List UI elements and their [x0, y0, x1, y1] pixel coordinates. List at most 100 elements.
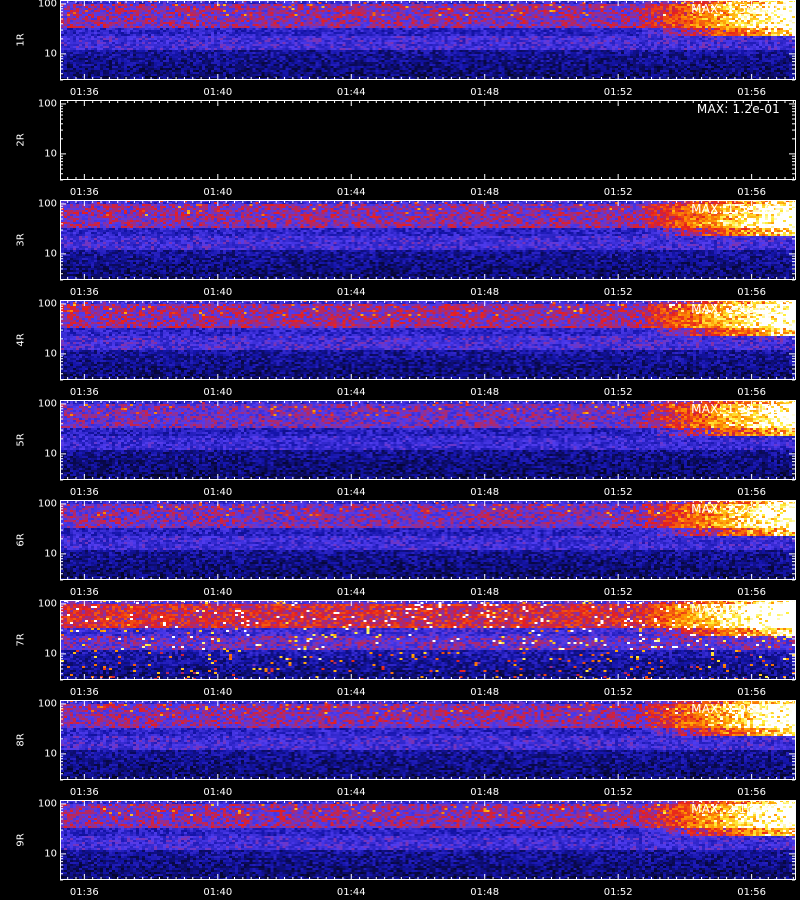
x-tick-label: 01:40 [203, 387, 233, 398]
axis-ticks [60, 200, 795, 281]
panel-label: 6R [15, 533, 27, 547]
panel-5r: 100 10 01:36 01:40 01:44 01:48 01:52 01:56 5R MAX… [0, 398, 800, 500]
panel-4r: 100 10 01:36 01:40 01:44 01:48 01:52 01:56 4R MAX… [0, 298, 800, 400]
x-tick-label: 01:44 [336, 787, 366, 798]
max-value-label: MAX: 2.4e+01 [691, 302, 780, 316]
panel-label: 4R [15, 333, 27, 347]
y-tick-label: 10 [44, 548, 57, 560]
x-tick-label: 01:40 [203, 887, 233, 898]
x-tick-label: 01:56 [737, 587, 767, 598]
x-tick-label: 01:56 [737, 687, 767, 698]
axis-ticks [60, 400, 795, 481]
x-tick-label: 01:44 [336, 87, 366, 98]
panel-1r: 100 10 01:36 01:40 01:44 01:48 01:52 01:56 1R MAX… [0, 0, 800, 100]
x-tick-label: 01:36 [69, 187, 99, 198]
y-tick-label: 100 [37, 298, 57, 310]
y-tick-label: 10 [44, 448, 57, 460]
x-tick-label: 01:48 [470, 787, 500, 798]
x-tick-label: 01:52 [603, 587, 633, 598]
y-tick-label: 10 [44, 248, 57, 260]
x-tick-label: 01:48 [470, 687, 500, 698]
x-tick-label: 01:56 [737, 87, 767, 98]
y-tick-label: 100 [37, 798, 57, 810]
x-tick-label: 01:48 [470, 287, 500, 298]
x-tick-label: 01:56 [737, 887, 767, 898]
x-tick-label: 01:48 [470, 387, 500, 398]
panel-label: 5R [15, 433, 27, 447]
max-value-label: MAX: 1.9e+01 [691, 702, 780, 716]
x-tick-label: 01:44 [336, 387, 366, 398]
x-tick-label: 01:44 [336, 287, 366, 298]
panel-label: 8R [15, 733, 27, 747]
x-tick-label: 01:56 [737, 187, 767, 198]
panel-label: 9R [15, 833, 27, 847]
axis-ticks [60, 300, 795, 381]
axis-ticks [60, 800, 795, 881]
x-tick-label: 01:36 [69, 487, 99, 498]
x-tick-label: 01:52 [603, 487, 633, 498]
x-tick-label: 01:40 [203, 287, 233, 298]
x-tick-label: 01:36 [69, 387, 99, 398]
x-tick-label: 01:48 [470, 887, 500, 898]
panel-label: 2R [15, 133, 27, 147]
max-value-label: MAX: 1.2e-01 [696, 102, 780, 116]
x-tick-label: 01:52 [603, 887, 633, 898]
x-tick-label: 01:40 [203, 587, 233, 598]
y-tick-label: 100 [37, 0, 57, 10]
x-tick-label: 01:36 [69, 87, 99, 98]
y-tick-label: 100 [37, 698, 57, 710]
y-tick-label: 100 [37, 398, 57, 410]
x-tick-label: 01:52 [603, 87, 633, 98]
x-tick-label: 01:52 [603, 787, 633, 798]
y-tick-label: 10 [44, 748, 57, 760]
x-tick-label: 01:36 [69, 587, 99, 598]
axis-ticks [60, 500, 795, 581]
axis-ticks [60, 0, 795, 81]
panel-3r: 100 10 01:36 01:40 01:44 01:48 01:52 01:56 3R MAX… [0, 198, 800, 300]
x-tick-label: 01:56 [737, 787, 767, 798]
x-tick-label: 01:52 [603, 687, 633, 698]
y-tick-label: 100 [37, 98, 57, 110]
y-tick-label: 10 [44, 48, 57, 60]
y-tick-label: 100 [37, 198, 57, 210]
panel-7r: 100 10 01:36 01:40 01:44 01:48 01:52 01:56 7R MAX… [0, 598, 800, 700]
x-tick-label: 01:40 [203, 187, 233, 198]
x-tick-label: 01:44 [336, 187, 366, 198]
axis-ticks [60, 700, 795, 781]
y-tick-label: 10 [44, 348, 57, 360]
panel-label: 3R [15, 233, 27, 247]
x-tick-label: 01:56 [737, 287, 767, 298]
max-value-label: MAX: 1.5e+01 [691, 2, 780, 16]
x-tick-label: 01:52 [603, 387, 633, 398]
x-tick-label: 01:36 [69, 887, 99, 898]
x-tick-label: 01:40 [203, 787, 233, 798]
x-tick-label: 01:52 [603, 187, 633, 198]
axis-ticks [60, 600, 795, 681]
max-value-label: MAX: 2.3e+00 [691, 602, 780, 616]
panel-6r: 100 10 01:36 01:40 01:44 01:48 01:52 01:56 6R MAX… [0, 498, 800, 600]
max-value-label: MAX: 2.1e+01 [691, 802, 780, 816]
x-tick-label: 01:36 [69, 687, 99, 698]
x-tick-label: 01:44 [336, 887, 366, 898]
panel-label: 7R [15, 633, 27, 647]
panel-9r: 100 10 01:36 01:40 01:44 01:48 01:52 01:56 9R MAX… [0, 798, 800, 900]
axis-ticks [60, 100, 795, 181]
x-tick-label: 01:40 [203, 487, 233, 498]
x-tick-label: 01:36 [69, 287, 99, 298]
x-tick-label: 01:44 [336, 687, 366, 698]
max-value-label: MAX: 2.2e+01 [691, 502, 780, 516]
max-value-label: MAX: 1.5e+01 [691, 202, 780, 216]
x-tick-label: 01:44 [336, 487, 366, 498]
y-tick-label: 10 [44, 848, 57, 860]
x-tick-label: 01:48 [470, 187, 500, 198]
panel-8r: 100 10 01:36 01:40 01:44 01:48 01:52 01:56 8R MAX… [0, 698, 800, 800]
x-tick-label: 01:56 [737, 487, 767, 498]
y-tick-label: 10 [44, 148, 57, 160]
x-tick-label: 01:52 [603, 287, 633, 298]
panel-label: 1R [15, 33, 27, 47]
y-tick-label: 100 [37, 598, 57, 610]
spectrogram-figure: 100 10 01:36 01:40 01:44 01:48 01:52 01:56 1R MAX… [0, 0, 800, 900]
max-value-label: MAX: 1.3e+01 [691, 402, 780, 416]
x-tick-label: 01:48 [470, 587, 500, 598]
x-tick-label: 01:36 [69, 787, 99, 798]
